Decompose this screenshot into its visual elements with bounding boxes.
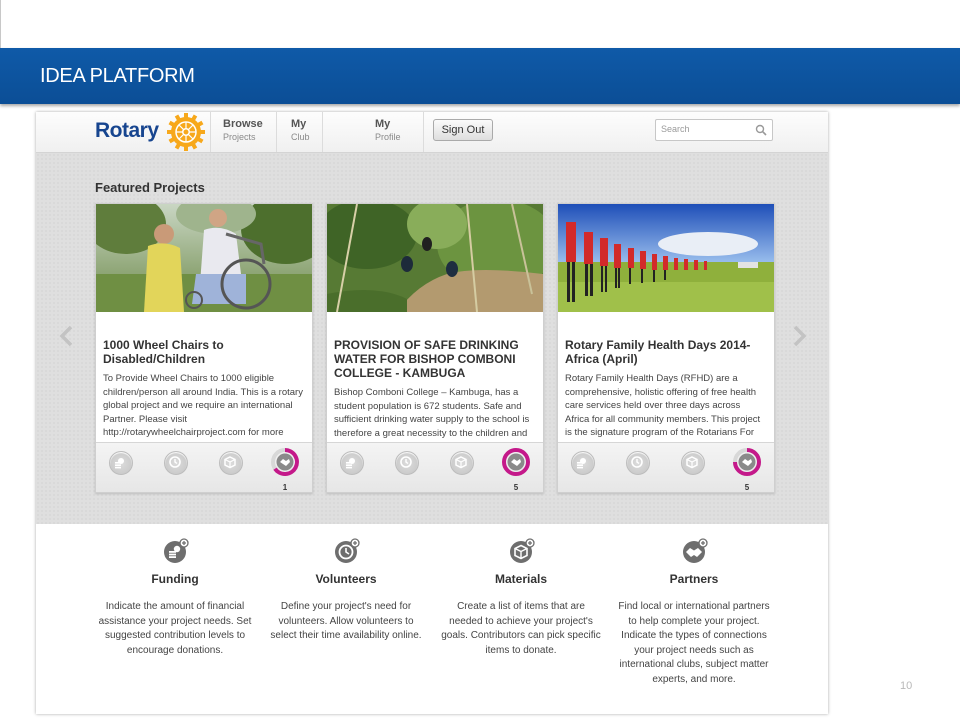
project-card[interactable]: PROVISION OF SAFE DRINKING WATER FOR BIS… xyxy=(326,203,544,493)
nav-browse-projects[interactable]: Browse Projects xyxy=(210,112,277,152)
featured-projects-heading: Featured Projects xyxy=(95,180,205,195)
feature-name: Partners xyxy=(669,572,719,586)
project-description: Rotary Family Health Days (RFHD) are a c… xyxy=(565,373,761,442)
project-photo-health-days xyxy=(558,204,774,312)
volunteers-icon xyxy=(334,538,360,569)
feature-name: Materials xyxy=(494,572,548,586)
slide-title: IDEA PLATFORM xyxy=(40,65,195,87)
project-photo-bushland xyxy=(327,204,543,312)
materials-icon xyxy=(509,538,535,569)
sign-out-button[interactable]: Sign Out xyxy=(433,119,493,141)
materials-icon[interactable] xyxy=(219,451,243,475)
nav-label: My xyxy=(375,118,391,130)
slide-top-area xyxy=(0,0,960,48)
nav-label: My xyxy=(291,118,307,130)
feature-description: Indicate the amount of financial assista… xyxy=(98,601,252,656)
project-title[interactable]: 1000 Wheel Chairs to Disabled/Children xyxy=(103,338,303,366)
funding-icon[interactable] xyxy=(340,451,364,475)
funding-icon[interactable] xyxy=(571,451,595,475)
logo-text: Rotary xyxy=(95,119,159,142)
funding-icon[interactable] xyxy=(109,451,133,475)
search-input[interactable]: Search xyxy=(655,119,773,141)
project-card[interactable]: 1000 Wheel Chairs to Disabled/Children T… xyxy=(95,203,313,493)
feature-description: Define your project's need for volunteer… xyxy=(270,601,422,641)
volunteers-icon[interactable] xyxy=(626,451,650,475)
nav-sublabel: Club xyxy=(291,132,310,142)
search-placeholder: Search xyxy=(661,124,690,134)
nav-sublabel: Projects xyxy=(223,132,256,142)
project-title[interactable]: PROVISION OF SAFE DRINKING WATER FOR BIS… xyxy=(334,338,534,380)
volunteers-icon[interactable] xyxy=(164,451,188,475)
project-footer: 5 xyxy=(558,442,774,492)
carousel-next-icon[interactable] xyxy=(792,325,808,352)
nav-sublabel: Profile xyxy=(375,132,401,142)
page-number: 10 xyxy=(900,680,913,692)
project-photo-wheelchair xyxy=(96,204,312,312)
partners-count: 1 xyxy=(282,483,288,492)
project-footer: 1 xyxy=(96,442,312,492)
project-card[interactable]: Rotary Family Health Days 2014-Africa (A… xyxy=(557,203,775,493)
feature-name: Volunteers xyxy=(315,572,377,586)
website-screenshot: Rotary Browse Projects My Club My Profil… xyxy=(36,112,828,714)
project-title[interactable]: Rotary Family Health Days 2014-Africa (A… xyxy=(565,338,765,366)
materials-icon[interactable] xyxy=(681,451,705,475)
project-description: Bishop Comboni College – Kambuga, has a … xyxy=(334,387,530,442)
partners-count: 5 xyxy=(513,483,519,492)
nav-my-club[interactable]: My Club xyxy=(276,112,323,152)
nav-my-profile[interactable]: My Profile xyxy=(322,112,424,152)
funding-icon xyxy=(163,538,189,569)
platform-features: Funding Indicate the amount of financial… xyxy=(36,524,828,714)
site-navigation: Rotary Browse Projects My Club My Profil… xyxy=(36,112,828,153)
featured-projects-section: Featured Projects 1000 Wheel Chairs to D… xyxy=(36,153,828,524)
search-icon[interactable] xyxy=(755,123,767,141)
volunteers-icon[interactable] xyxy=(395,451,419,475)
feature-description: Create a list of items that are needed t… xyxy=(441,601,601,656)
project-description: To Provide Wheel Chairs to 1000 eligible… xyxy=(103,373,303,442)
carousel-prev-icon[interactable] xyxy=(58,325,74,352)
nav-label: Browse xyxy=(223,118,263,130)
slide-title-bar: IDEA PLATFORM xyxy=(0,48,960,104)
rotary-wheel-icon xyxy=(167,113,205,156)
materials-icon[interactable] xyxy=(450,451,474,475)
project-footer: 5 xyxy=(327,442,543,492)
partners-count: 5 xyxy=(744,483,750,492)
feature-name: Funding xyxy=(151,572,199,586)
partners-icon xyxy=(682,538,708,569)
feature-description: Find local or international partners to … xyxy=(618,601,770,685)
